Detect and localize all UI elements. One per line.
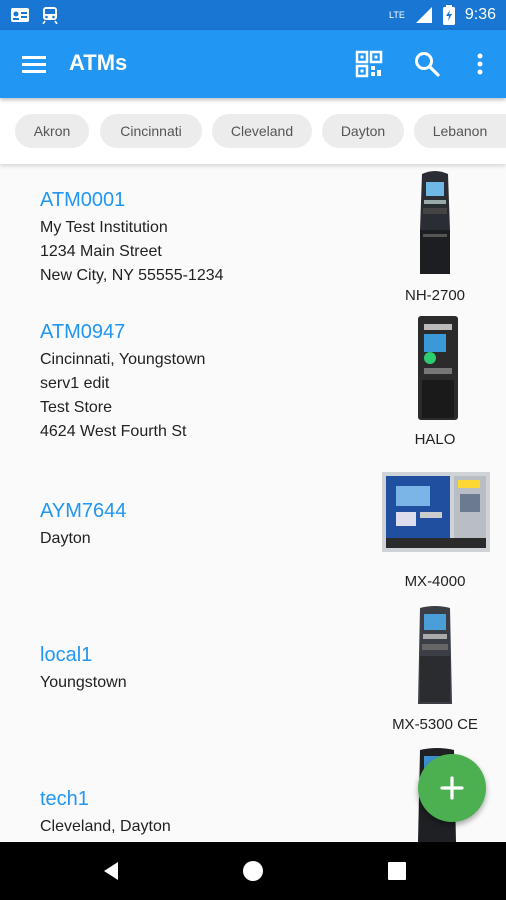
add-atm-button[interactable] (418, 754, 486, 822)
network-type-label: LTE (389, 10, 405, 20)
atm-model: NH-2700 (404, 287, 466, 304)
filter-chip-cleveland[interactable]: Cleveland (212, 114, 312, 148)
signal-icon (415, 7, 432, 23)
atm-detail-line: 1234 Main Street (40, 243, 162, 260)
home-icon[interactable] (242, 860, 264, 882)
train-icon (42, 7, 58, 24)
system-navigation-bar (0, 842, 506, 900)
atm-list-item[interactable]: ATM0947 Cincinnati, Youngstown serv1 edi… (0, 312, 506, 462)
plus-icon (440, 776, 464, 800)
atm-list-item[interactable]: ATM0001 My Test Institution 1234 Main St… (0, 171, 506, 310)
atm-detail-line: My Test Institution (40, 219, 168, 236)
atm-details: Dayton (40, 527, 91, 551)
atm-model: MX-4000 (404, 573, 466, 590)
atm-list-item[interactable]: local1 Youngstown MX-5300 CE (0, 600, 506, 740)
atm-detail-line: Cleveland, Dayton (40, 818, 171, 835)
atm-machine-image (382, 472, 490, 552)
atm-detail-line: Cincinnati, Youngstown (40, 351, 206, 368)
atm-id: ATM0947 (40, 321, 126, 343)
atm-id: AYM7644 (40, 500, 127, 522)
atm-detail-line: New City, NY 55555-1234 (40, 267, 224, 284)
page-title: ATMs (69, 50, 128, 75)
atm-details: My Test Institution 1234 Main Street New… (40, 216, 224, 288)
city-filter-bar: Akron Cincinnati Cleveland Dayton Lebano… (0, 98, 506, 164)
qr-code-icon[interactable] (353, 48, 385, 80)
atm-id: ATM0001 (40, 189, 126, 211)
atm-detail-line: Test Store (40, 399, 113, 416)
battery-icon (442, 5, 455, 25)
contact-card-icon (11, 8, 29, 22)
more-options-icon[interactable] (464, 48, 496, 80)
atm-model: HALO (414, 431, 456, 448)
atm-id: local1 (40, 644, 93, 666)
filter-chip-cincinnati[interactable]: Cincinnati (100, 114, 202, 148)
atm-detail-line: Dayton (40, 530, 91, 547)
filter-chip-akron[interactable]: Akron (15, 114, 89, 148)
atm-detail-line: 4624 West Fourth St (40, 423, 187, 440)
atm-model: MX-5300 CE (392, 716, 478, 733)
clock: 9:36 (464, 6, 496, 23)
atm-machine-image (420, 171, 450, 274)
atm-machine-image (418, 606, 452, 704)
atm-machine-image (418, 316, 458, 420)
status-bar: LTE 9:36 (0, 0, 506, 30)
recents-icon[interactable] (386, 860, 408, 882)
filter-chip-lebanon[interactable]: Lebanon (414, 114, 506, 148)
filter-chip-dayton[interactable]: Dayton (322, 114, 404, 148)
search-icon[interactable] (411, 48, 443, 80)
menu-icon[interactable] (18, 50, 50, 78)
atm-list-item[interactable]: AYM7644 Dayton MX-4000 (0, 466, 506, 598)
atm-details: Cleveland, Dayton (40, 815, 171, 839)
atm-id: tech1 (40, 788, 89, 810)
atm-details: Cincinnati, Youngstown serv1 edit Test S… (40, 348, 205, 444)
back-icon[interactable] (100, 860, 122, 882)
atm-detail-line: Youngstown (40, 674, 127, 691)
app-bar: ATMs (0, 30, 506, 98)
atm-detail-line: serv1 edit (40, 375, 110, 392)
atm-details: Youngstown (40, 671, 127, 695)
